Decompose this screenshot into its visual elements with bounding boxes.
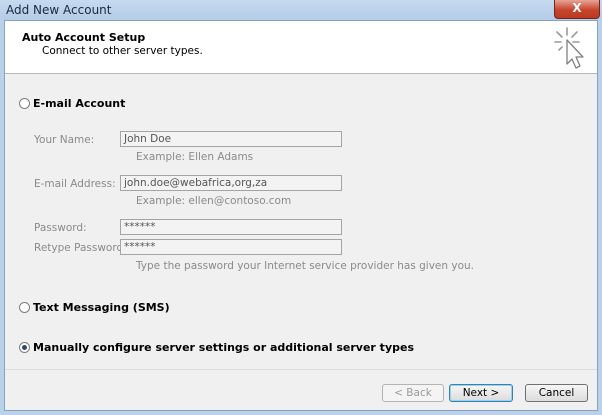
manual-configure-label[interactable]: Manually configure server settings or ad… [33,341,414,354]
email-address-field[interactable]: john.doe@webafrica,org,za [120,175,342,191]
close-button[interactable]: X [554,0,600,19]
header-title: Auto Account Setup [22,31,146,44]
back-button[interactable]: < Back [382,384,444,402]
retype-password-label: Retype Password: [34,242,127,254]
email-account-radio[interactable] [19,98,30,109]
password-field[interactable]: ****** [120,219,342,235]
wizard-cursor-icon [554,27,584,69]
next-button[interactable]: Next > [449,384,513,402]
cancel-button[interactable]: Cancel [525,384,588,402]
email-address-label: E-mail Address: [34,178,116,190]
email-account-label[interactable]: E-mail Account [33,97,125,110]
password-hint: Type the password your Internet service … [136,260,474,272]
button-divider [5,369,597,370]
header-subtitle: Connect to other server types. [42,45,203,57]
password-label: Password: [34,222,87,234]
radio-selected-dot [22,345,27,350]
retype-password-field[interactable]: ****** [120,239,342,255]
text-messaging-radio[interactable] [19,302,30,313]
your-name-label: Your Name: [34,134,95,146]
your-name-hint: Example: Ellen Adams [136,151,254,163]
manual-configure-radio[interactable] [19,342,30,353]
window-title: Add New Account [6,3,112,17]
email-address-hint: Example: ellen@contoso.com [136,195,292,207]
your-name-field[interactable]: John Doe [120,131,342,147]
text-messaging-label[interactable]: Text Messaging (SMS) [33,301,170,314]
